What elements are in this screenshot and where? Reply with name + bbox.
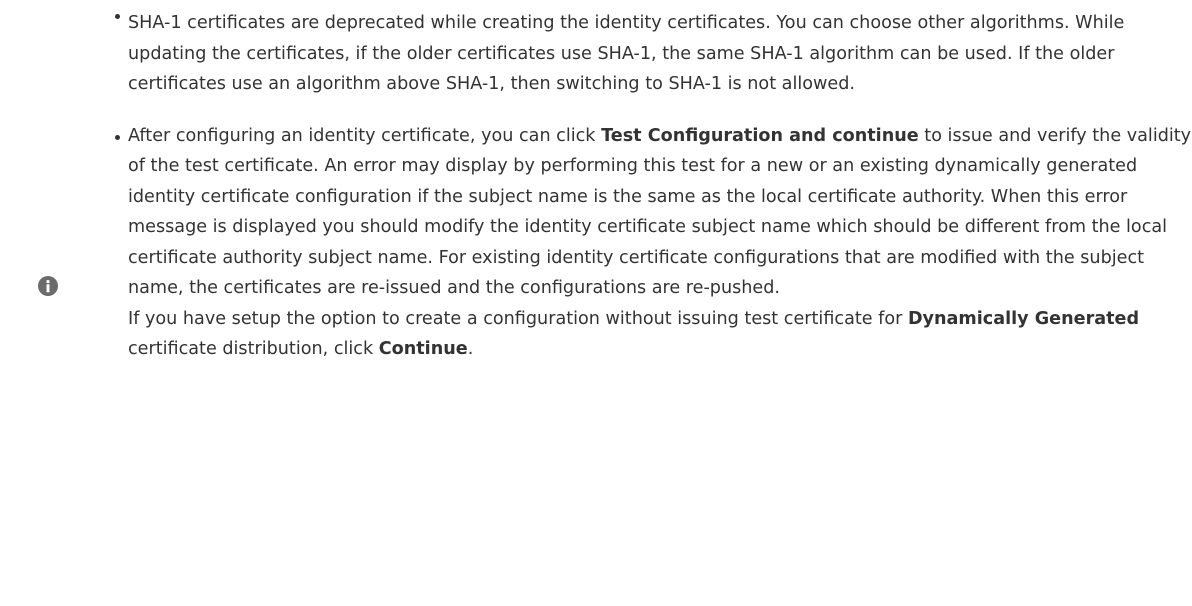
info-note: SHA-1 certificates are deprecated while … bbox=[0, 0, 1192, 606]
sha1-deprecation-text: SHA-1 certificates are deprecated while … bbox=[128, 13, 1125, 94]
dynamically-generated-paragraph: If you have setup the option to create a… bbox=[128, 308, 1140, 360]
continue-label: Continue bbox=[378, 339, 468, 359]
list-item-test-configuration: After configuring an identity certificat… bbox=[115, 121, 1192, 365]
test-configuration-and-continue-label: Test Configuration and continue bbox=[601, 125, 919, 146]
test-configuration-paragraph: After configuring an identity certificat… bbox=[128, 125, 1192, 299]
note-list: SHA-1 certificates are deprecated while … bbox=[110, 0, 1192, 365]
list-item-sha1-deprecation: SHA-1 certificates are deprecated while … bbox=[115, 0, 1192, 100]
info-icon bbox=[38, 276, 58, 296]
dynamically-generated-label: Dynamically Generated bbox=[907, 308, 1140, 329]
